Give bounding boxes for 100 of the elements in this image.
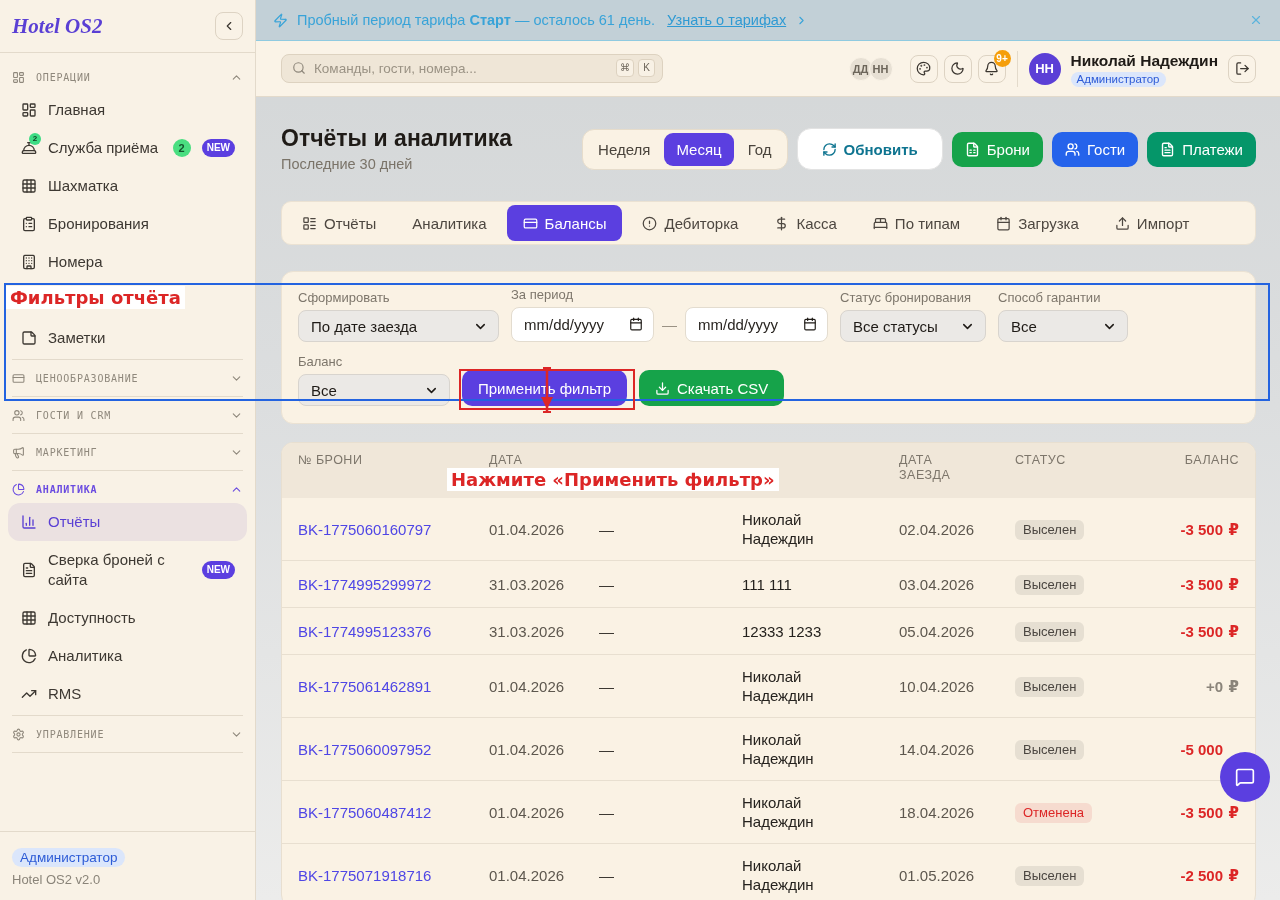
chat-icon bbox=[1235, 767, 1255, 787]
table-cell: Николай Надеждин bbox=[742, 794, 814, 830]
new-badge: NEW bbox=[201, 139, 235, 157]
booking-link[interactable]: BK-1775060160797 bbox=[298, 520, 432, 538]
column-header: ДАТА bbox=[489, 453, 523, 467]
table-cell: Николай Надеждин bbox=[742, 668, 814, 704]
table-cell: 111 111 bbox=[742, 575, 792, 593]
note-icon bbox=[21, 330, 37, 346]
layout-icon bbox=[21, 102, 37, 118]
currency-sign: ₽ bbox=[1228, 622, 1239, 640]
nav-item[interactable]: RMS bbox=[8, 675, 247, 713]
table-cell: 01.04.2026 bbox=[489, 740, 565, 758]
select-field[interactable]: Все статусы bbox=[840, 310, 986, 342]
page-subtitle: Последние 30 дней bbox=[281, 155, 414, 173]
tab[interactable]: Аналитика bbox=[396, 205, 503, 241]
card-icon bbox=[522, 215, 538, 231]
moon-icon bbox=[950, 61, 966, 76]
users-icon bbox=[12, 408, 25, 422]
booking-link[interactable]: BK-1775060487412 bbox=[298, 803, 432, 821]
booking-link[interactable]: BK-1775071918716 bbox=[298, 866, 432, 884]
booking-link[interactable]: BK-1775060097952 bbox=[298, 740, 432, 758]
table-cell: 31.03.2026 bbox=[489, 575, 565, 593]
tab[interactable]: Касса bbox=[758, 205, 853, 241]
notification-badge: 9+ bbox=[993, 49, 1011, 67]
booking-link[interactable]: BK-1775061462891 bbox=[298, 677, 432, 695]
callout-label: Нажмите «Применить фильтр» bbox=[447, 468, 779, 491]
table-cell: 01.04.2026 bbox=[489, 866, 565, 884]
action-button[interactable]: Обновить bbox=[796, 128, 943, 170]
table-cell: 12333 1233 bbox=[742, 622, 822, 640]
action-button[interactable]: Платежи bbox=[1147, 131, 1256, 167]
date-field[interactable]: mm/dd/yyyy bbox=[685, 307, 828, 342]
balance-amount: -3 500 bbox=[1180, 575, 1223, 593]
range-dash: — bbox=[662, 316, 677, 333]
select-field[interactable]: Все bbox=[298, 374, 450, 406]
balance-amount: -3 500 bbox=[1180, 520, 1223, 538]
action-button[interactable]: Гости bbox=[1051, 131, 1139, 167]
section-toggle[interactable]: ОПЕРАЦИИ bbox=[8, 65, 247, 89]
field-label: Способ гарантии bbox=[998, 290, 1102, 306]
calendar-icon bbox=[629, 317, 643, 331]
period-tab[interactable]: Неделя bbox=[586, 132, 663, 166]
table-cell: — bbox=[599, 740, 614, 758]
select-field[interactable]: Все bbox=[998, 310, 1128, 342]
tab[interactable]: По типам bbox=[856, 205, 977, 241]
table-cell: — bbox=[599, 866, 614, 884]
column-header: ДАТА ЗАЕЗДА bbox=[899, 453, 951, 482]
palette-icon bbox=[916, 61, 932, 76]
nav-item[interactable]: Шахматка bbox=[8, 167, 247, 205]
annotation-label: Фильтры отчёта bbox=[6, 286, 185, 309]
nav-item[interactable]: Сверка броней с сайта NEW bbox=[8, 541, 247, 599]
tab[interactable]: Балансы bbox=[506, 205, 623, 241]
currency-sign: ₽ bbox=[1228, 575, 1239, 593]
period-tab[interactable]: Год bbox=[735, 132, 784, 166]
nav-item[interactable]: Номера bbox=[8, 243, 247, 281]
pie-chart-icon bbox=[21, 648, 37, 664]
nav-item[interactable]: Бронирования bbox=[8, 205, 247, 243]
table-cell: Николай Надеждин bbox=[742, 857, 814, 893]
status-tag: Выселен bbox=[1015, 677, 1085, 697]
select-field[interactable]: По дате заезда bbox=[298, 310, 499, 342]
status-tag: Выселен bbox=[1015, 740, 1085, 760]
role-badge: Администратор bbox=[1070, 71, 1166, 87]
table-cell: 01.04.2026 bbox=[489, 677, 565, 695]
field-label: Сформировать bbox=[298, 290, 391, 306]
section-toggle[interactable]: УПРАВЛЕНИЕ bbox=[8, 722, 247, 746]
close-icon bbox=[1249, 13, 1263, 27]
table-cell: Николай Надеждин bbox=[742, 511, 814, 547]
refresh-icon bbox=[821, 141, 837, 157]
table-cell: 05.04.2026 bbox=[899, 622, 975, 640]
section-toggle[interactable]: АНАЛИТИКА bbox=[8, 477, 247, 501]
tab[interactable]: Загрузка bbox=[980, 205, 1095, 241]
balance-amount: +0 bbox=[1205, 677, 1223, 695]
tab[interactable]: Импорт bbox=[1098, 205, 1206, 241]
document-icon bbox=[21, 562, 37, 578]
date-field[interactable]: mm/dd/yyyy bbox=[511, 307, 654, 342]
field-label: За период bbox=[511, 287, 574, 303]
section-toggle[interactable]: ГОСТИ И CRM bbox=[8, 403, 247, 427]
nav-item[interactable]: Отчёты bbox=[8, 503, 247, 541]
section-toggle[interactable]: МАРКЕТИНГ bbox=[8, 440, 247, 464]
tab[interactable]: Отчёты bbox=[286, 205, 393, 241]
user-avatar: ДД bbox=[848, 56, 873, 81]
action-button[interactable]: Брони bbox=[951, 131, 1043, 167]
page-title: Отчёты и аналитика bbox=[281, 125, 513, 151]
nav-item[interactable]: Доступность bbox=[8, 599, 247, 637]
period-tab[interactable]: Месяц bbox=[664, 132, 734, 166]
logout-button[interactable] bbox=[1228, 54, 1256, 83]
booking-link[interactable]: BK-1774995123376 bbox=[298, 622, 432, 640]
dark-mode-button[interactable] bbox=[943, 54, 972, 83]
version-text: Hotel OS2 v2.0 bbox=[12, 872, 101, 888]
nav-item[interactable]: 2 Служба приёма 2 NEW bbox=[8, 129, 247, 167]
bed-icon bbox=[872, 215, 888, 231]
nav-item[interactable]: Аналитика bbox=[8, 637, 247, 675]
balance-amount: -3 500 bbox=[1180, 622, 1223, 640]
tab[interactable]: Дебиторка bbox=[626, 205, 755, 241]
booking-link[interactable]: BK-1774995299972 bbox=[298, 575, 432, 593]
nav-item[interactable]: Главная bbox=[8, 91, 247, 129]
section-toggle[interactable]: ЦЕНООБРАЗОВАНИЕ bbox=[8, 366, 247, 390]
nav-item[interactable]: Заметки bbox=[8, 319, 247, 357]
column-header: № БРОНИ bbox=[298, 453, 363, 467]
download-button[interactable]: Скачать CSV bbox=[639, 370, 785, 406]
theme-button[interactable] bbox=[909, 54, 938, 83]
field-label: Статус бронирования bbox=[840, 290, 972, 306]
